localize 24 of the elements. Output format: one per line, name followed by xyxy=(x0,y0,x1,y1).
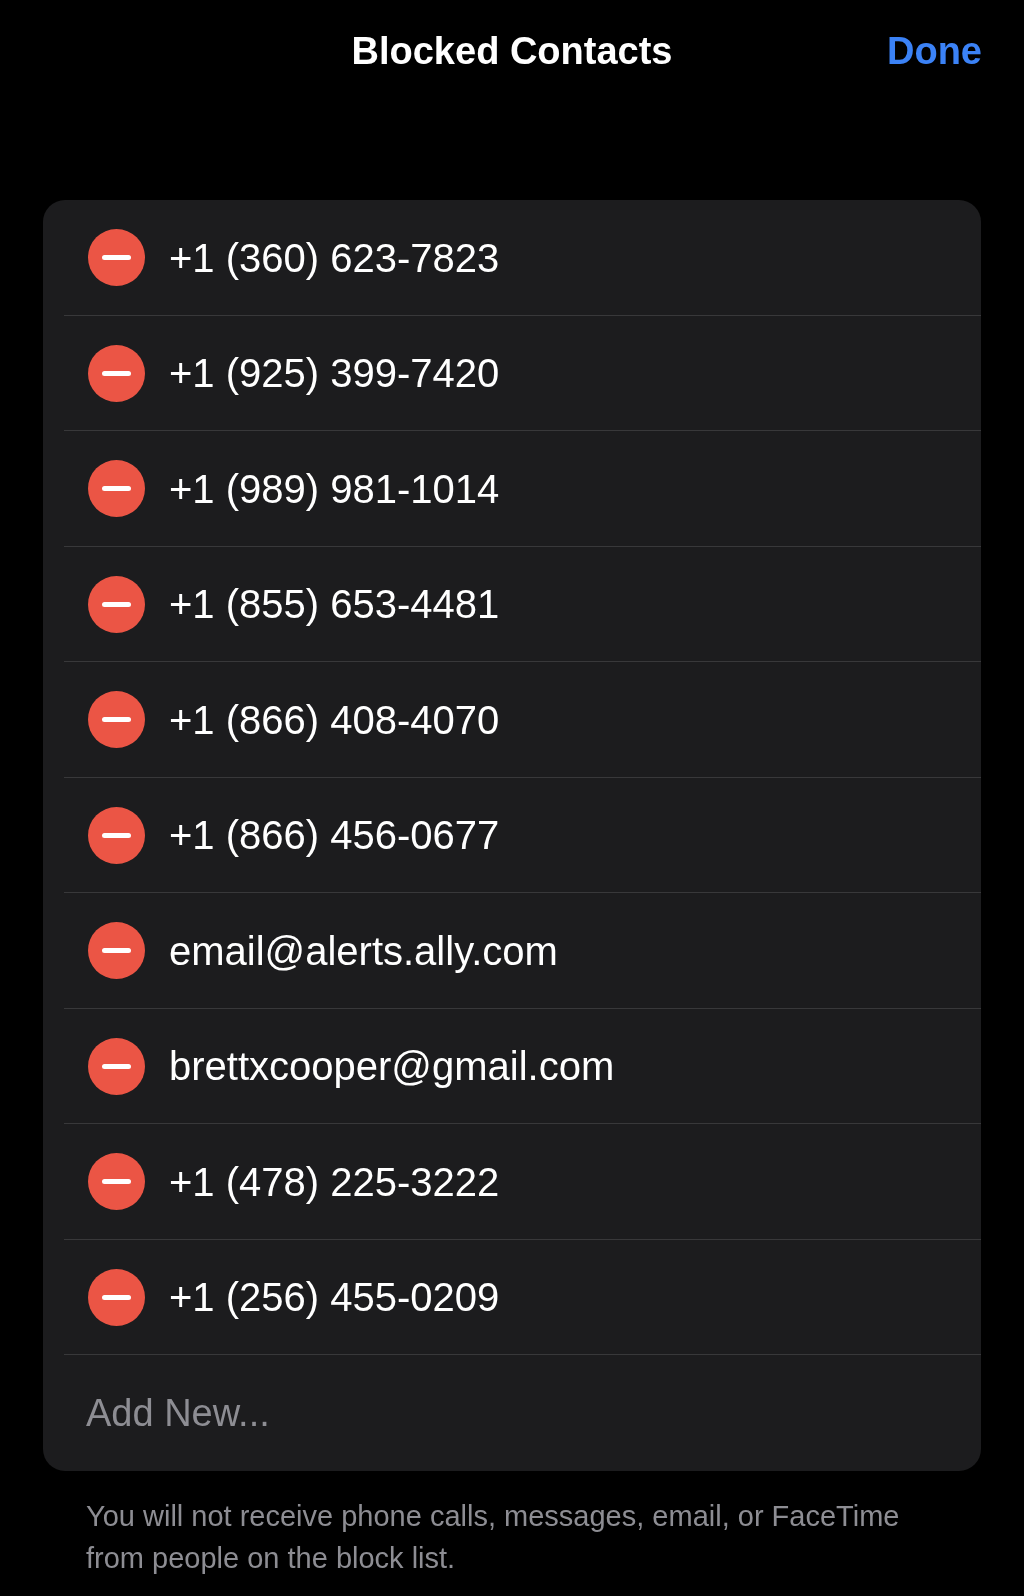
remove-icon[interactable] xyxy=(88,1153,145,1211)
remove-icon[interactable] xyxy=(88,922,145,980)
add-new-link[interactable]: Add New... xyxy=(86,1389,270,1436)
blocked-contact: +1 (256) 455-0209 xyxy=(169,1274,500,1322)
blocked-contact: +1 (925) 399-7420 xyxy=(169,350,500,398)
blocked-contact: +1 (478) 225-3222 xyxy=(169,1158,500,1206)
blocked-contact: +1 (866) 408-4070 xyxy=(169,696,500,744)
blocked-contact: brettxcooper@gmail.com xyxy=(169,1043,615,1091)
remove-icon[interactable] xyxy=(88,806,145,864)
remove-icon[interactable] xyxy=(88,229,145,287)
screen-title: Blocked Contacts xyxy=(351,29,673,74)
remove-icon[interactable] xyxy=(88,344,145,402)
footer-note: You will not receive phone calls, messages, email, or FaceTime from people on the block list. xyxy=(86,1498,901,1576)
remove-icon[interactable] xyxy=(88,1037,145,1095)
done-button[interactable]: Done xyxy=(887,28,982,74)
remove-icon[interactable] xyxy=(88,691,145,749)
blocked-contact: +1 (866) 456-0677 xyxy=(169,812,500,860)
remove-icon[interactable] xyxy=(88,575,145,633)
blocked-contact: +1 (989) 981-1014 xyxy=(169,465,500,513)
blocked-contact: +1 (360) 623-7823 xyxy=(169,234,500,282)
remove-icon[interactable] xyxy=(88,1268,145,1326)
remove-icon[interactable] xyxy=(88,460,145,518)
blocked-contact: +1 (855) 653-4481 xyxy=(169,581,500,629)
blocked-contact: email@alerts.ally.com xyxy=(169,927,558,975)
